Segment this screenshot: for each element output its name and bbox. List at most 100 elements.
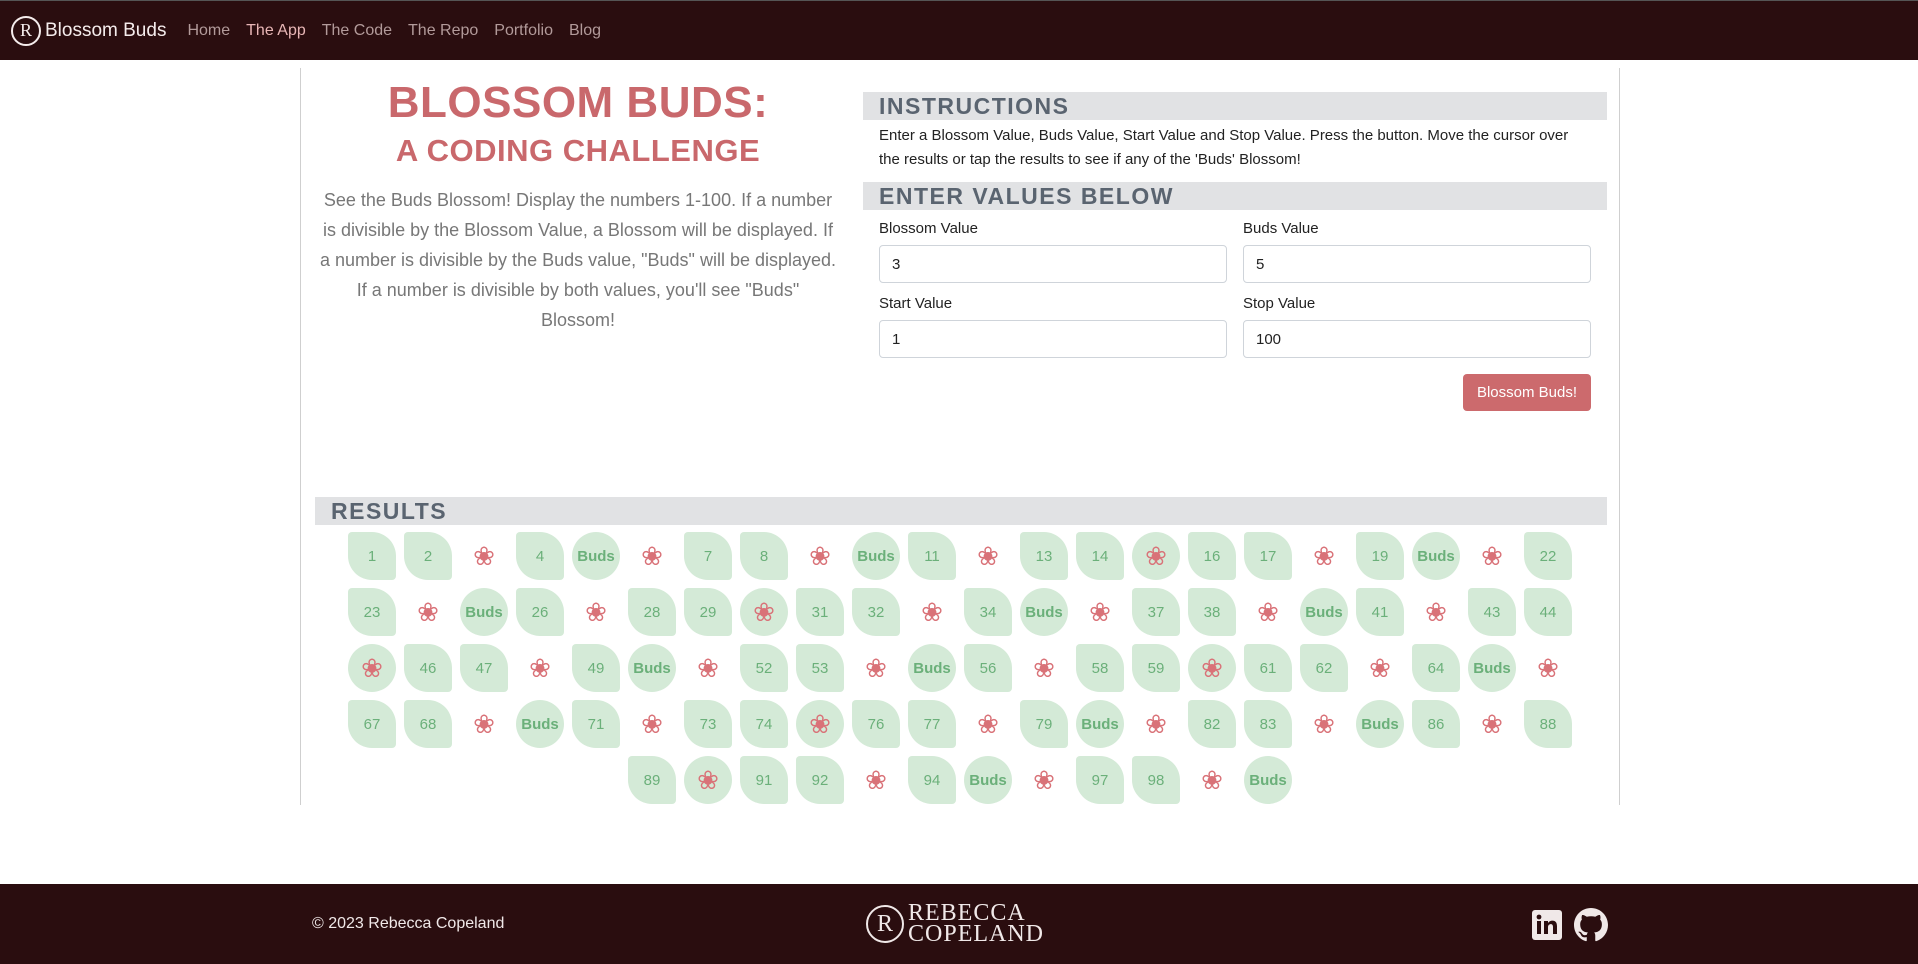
result-cell-number[interactable]: 7 <box>684 532 732 580</box>
result-cell-buds[interactable]: Buds <box>964 756 1012 804</box>
brand-link[interactable]: R Blossom Buds <box>11 15 166 46</box>
result-cell-number[interactable]: 46 <box>404 644 452 692</box>
result-cell-buds[interactable]: Buds <box>1468 644 1516 692</box>
result-cell-number[interactable]: 92 <box>796 756 844 804</box>
result-cell-number[interactable]: 43 <box>1468 588 1516 636</box>
result-cell-blossom[interactable]: ❀ <box>964 532 1012 580</box>
nav-link-the-repo[interactable]: The Repo <box>408 22 478 40</box>
result-cell-buds[interactable]: Buds <box>460 588 508 636</box>
result-cell-number[interactable]: 49 <box>572 644 620 692</box>
result-cell-blossom[interactable]: ❀ <box>1244 588 1292 636</box>
result-cell-number[interactable]: 58 <box>1076 644 1124 692</box>
result-cell-number[interactable]: 98 <box>1132 756 1180 804</box>
result-cell-number[interactable]: 77 <box>908 700 956 748</box>
result-cell-buds-blossom[interactable]: ❀ <box>796 700 844 748</box>
result-cell-blossom[interactable]: ❀ <box>516 644 564 692</box>
result-cell-number[interactable]: 2 <box>404 532 452 580</box>
result-cell-number[interactable]: 82 <box>1188 700 1236 748</box>
result-cell-buds[interactable]: Buds <box>516 700 564 748</box>
result-cell-number[interactable]: 67 <box>348 700 396 748</box>
result-cell-buds-blossom[interactable]: ❀ <box>740 588 788 636</box>
result-cell-number[interactable]: 71 <box>572 700 620 748</box>
nav-link-portfolio[interactable]: Portfolio <box>494 22 553 40</box>
result-cell-number[interactable]: 86 <box>1412 700 1460 748</box>
result-cell-blossom[interactable]: ❀ <box>460 532 508 580</box>
result-cell-number[interactable]: 26 <box>516 588 564 636</box>
result-cell-number[interactable]: 22 <box>1524 532 1572 580</box>
result-cell-number[interactable]: 34 <box>964 588 1012 636</box>
result-cell-blossom[interactable]: ❀ <box>796 532 844 580</box>
result-cell-number[interactable]: 29 <box>684 588 732 636</box>
result-cell-number[interactable]: 19 <box>1356 532 1404 580</box>
start-input[interactable] <box>879 320 1227 358</box>
result-cell-number[interactable]: 47 <box>460 644 508 692</box>
result-cell-number[interactable]: 68 <box>404 700 452 748</box>
result-cell-buds[interactable]: Buds <box>908 644 956 692</box>
result-cell-buds-blossom[interactable]: ❀ <box>684 756 732 804</box>
result-cell-blossom[interactable]: ❀ <box>964 700 1012 748</box>
result-cell-buds[interactable]: Buds <box>1356 700 1404 748</box>
blossom-input[interactable] <box>879 245 1227 283</box>
result-cell-blossom[interactable]: ❀ <box>852 756 900 804</box>
result-cell-blossom[interactable]: ❀ <box>1132 700 1180 748</box>
result-cell-number[interactable]: 28 <box>628 588 676 636</box>
blossom-buds-button[interactable]: Blossom Buds! <box>1462 374 1591 411</box>
nav-link-home[interactable]: Home <box>187 22 230 40</box>
result-cell-number[interactable]: 13 <box>1020 532 1068 580</box>
stop-input[interactable] <box>1243 320 1591 358</box>
result-cell-blossom[interactable]: ❀ <box>628 700 676 748</box>
result-cell-number[interactable]: 32 <box>852 588 900 636</box>
result-cell-number[interactable]: 37 <box>1132 588 1180 636</box>
result-cell-number[interactable]: 14 <box>1076 532 1124 580</box>
result-cell-number[interactable]: 41 <box>1356 588 1404 636</box>
result-cell-buds[interactable]: Buds <box>852 532 900 580</box>
result-cell-number[interactable]: 91 <box>740 756 788 804</box>
result-cell-blossom[interactable]: ❀ <box>1356 644 1404 692</box>
result-cell-blossom[interactable]: ❀ <box>1076 588 1124 636</box>
result-cell-number[interactable]: 31 <box>796 588 844 636</box>
result-cell-blossom[interactable]: ❀ <box>1468 532 1516 580</box>
result-cell-blossom[interactable]: ❀ <box>572 588 620 636</box>
result-cell-buds[interactable]: Buds <box>1300 588 1348 636</box>
buds-input[interactable] <box>1243 245 1591 283</box>
result-cell-number[interactable]: 76 <box>852 700 900 748</box>
result-cell-number[interactable]: 79 <box>1020 700 1068 748</box>
result-cell-number[interactable]: 23 <box>348 588 396 636</box>
result-cell-buds-blossom[interactable]: ❀ <box>1188 644 1236 692</box>
result-cell-number[interactable]: 4 <box>516 532 564 580</box>
result-cell-blossom[interactable]: ❀ <box>1468 700 1516 748</box>
result-cell-number[interactable]: 53 <box>796 644 844 692</box>
nav-link-blog[interactable]: Blog <box>569 22 601 40</box>
result-cell-number[interactable]: 88 <box>1524 700 1572 748</box>
result-cell-number[interactable]: 38 <box>1188 588 1236 636</box>
result-cell-buds-blossom[interactable]: ❀ <box>348 644 396 692</box>
result-cell-number[interactable]: 8 <box>740 532 788 580</box>
result-cell-blossom[interactable]: ❀ <box>1412 588 1460 636</box>
result-cell-blossom[interactable]: ❀ <box>684 644 732 692</box>
result-cell-number[interactable]: 94 <box>908 756 956 804</box>
result-cell-number[interactable]: 89 <box>628 756 676 804</box>
result-cell-blossom[interactable]: ❀ <box>1300 532 1348 580</box>
result-cell-blossom[interactable]: ❀ <box>628 532 676 580</box>
result-cell-number[interactable]: 62 <box>1300 644 1348 692</box>
result-cell-blossom[interactable]: ❀ <box>1188 756 1236 804</box>
result-cell-buds[interactable]: Buds <box>1412 532 1460 580</box>
result-cell-blossom[interactable]: ❀ <box>908 588 956 636</box>
result-cell-number[interactable]: 83 <box>1244 700 1292 748</box>
result-cell-number[interactable]: 52 <box>740 644 788 692</box>
result-cell-number[interactable]: 61 <box>1244 644 1292 692</box>
footer-logo[interactable]: R REBECCA COPELAND <box>866 901 1044 946</box>
result-cell-number[interactable]: 56 <box>964 644 1012 692</box>
nav-link-the-app[interactable]: The App <box>246 22 306 40</box>
github-icon[interactable] <box>1574 908 1608 942</box>
result-cell-buds[interactable]: Buds <box>1076 700 1124 748</box>
result-cell-blossom[interactable]: ❀ <box>1020 644 1068 692</box>
result-cell-blossom[interactable]: ❀ <box>460 700 508 748</box>
result-cell-number[interactable]: 73 <box>684 700 732 748</box>
result-cell-number[interactable]: 17 <box>1244 532 1292 580</box>
result-cell-buds[interactable]: Buds <box>628 644 676 692</box>
result-cell-blossom[interactable]: ❀ <box>1300 700 1348 748</box>
result-cell-blossom[interactable]: ❀ <box>1524 644 1572 692</box>
result-cell-buds[interactable]: Buds <box>572 532 620 580</box>
result-cell-buds[interactable]: Buds <box>1020 588 1068 636</box>
